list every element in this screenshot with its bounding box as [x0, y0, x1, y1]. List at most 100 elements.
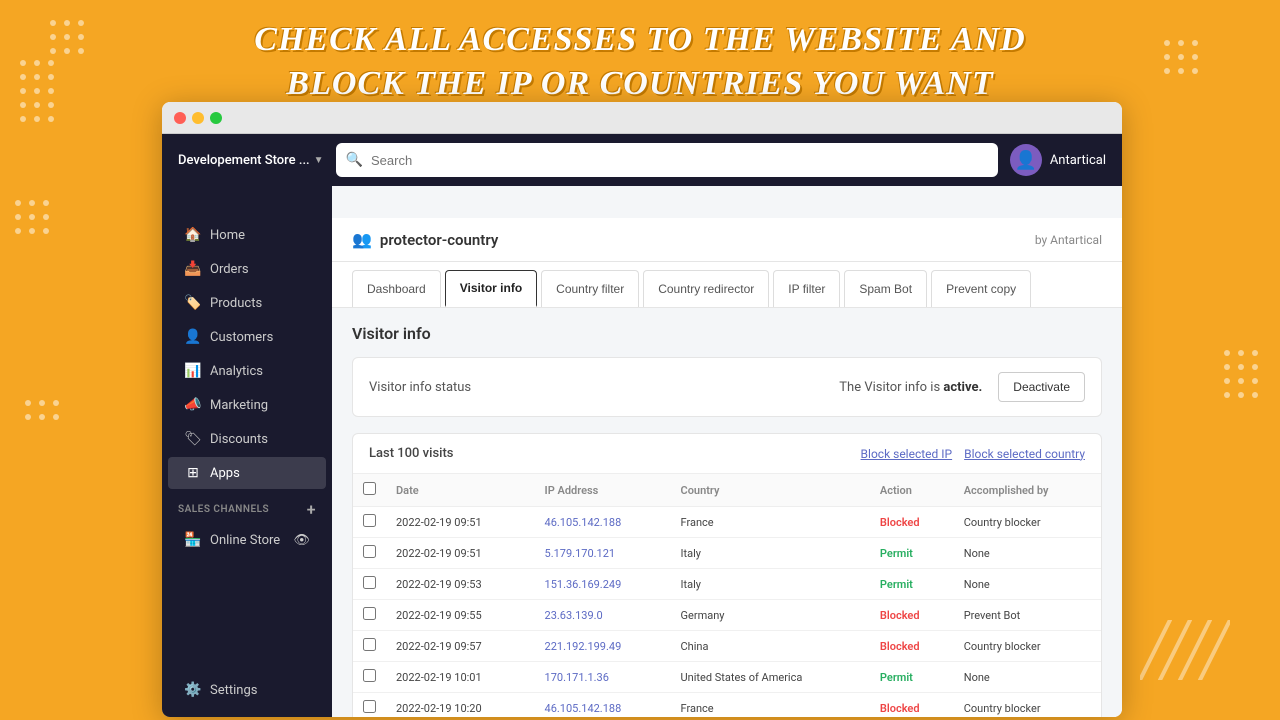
analytics-icon: 📊	[184, 363, 202, 379]
row-checkbox-0[interactable]	[363, 514, 376, 527]
status-text: The Visitor info is active.	[839, 380, 982, 395]
action-badge: Permit	[880, 671, 913, 684]
browser-dot-yellow[interactable]	[192, 112, 204, 124]
add-sales-channel-button[interactable]: +	[307, 500, 316, 519]
orders-icon: 📥	[184, 261, 202, 277]
search-bar[interactable]: 🔍	[336, 143, 998, 177]
row-checkbox-3[interactable]	[363, 607, 376, 620]
browser-dot-green[interactable]	[210, 112, 222, 124]
row-checkbox-1[interactable]	[363, 545, 376, 558]
online-store-eye-icon[interactable]: 👁	[293, 533, 310, 548]
ip-link[interactable]: 151.36.169.249	[545, 578, 622, 591]
row-accomplished: None	[954, 662, 1101, 693]
row-checkbox-cell	[353, 538, 386, 569]
sidebar-item-products[interactable]: 🏷️ Products	[168, 287, 326, 319]
row-checkbox-5[interactable]	[363, 669, 376, 682]
sidebar-item-settings[interactable]: ⚙️ Settings	[168, 674, 326, 706]
ip-link[interactable]: 46.105.142.188	[545, 702, 622, 715]
row-action: Blocked	[870, 693, 954, 718]
row-date: 2022-02-19 10:20	[386, 693, 535, 718]
sidebar-label-discounts: Discounts	[210, 432, 268, 447]
app-title: protector-country	[380, 231, 498, 249]
sidebar-label-home: Home	[210, 228, 245, 243]
main-content: 👥 protector-country by Antartical Dashbo…	[332, 134, 1122, 717]
row-action: Blocked	[870, 507, 954, 538]
tab-visitor-info[interactable]: Visitor info	[445, 270, 537, 307]
block-country-button[interactable]: Block selected country	[964, 447, 1085, 461]
search-input[interactable]	[371, 153, 988, 168]
home-icon: 🏠	[184, 227, 202, 243]
col-ip: IP Address	[535, 474, 671, 507]
sidebar-item-apps[interactable]: ⊞ Apps	[168, 457, 326, 489]
action-badge: Permit	[880, 547, 913, 560]
sidebar-item-online-store[interactable]: 🏪 Online Store 👁	[168, 524, 326, 556]
marketing-icon: 📣	[184, 397, 202, 413]
action-badge: Blocked	[880, 609, 920, 622]
sidebar-label-apps: Apps	[210, 466, 240, 481]
search-icon: 🔍	[346, 152, 363, 168]
sidebar-label-products: Products	[210, 296, 262, 311]
sidebar-item-discounts[interactable]: 🏷 Discounts	[168, 423, 326, 455]
ip-link[interactable]: 170.171.1.36	[545, 671, 609, 684]
user-name-label: Antartical	[1050, 153, 1106, 168]
row-checkbox-cell	[353, 600, 386, 631]
products-icon: 🏷️	[184, 295, 202, 311]
row-date: 2022-02-19 09:51	[386, 507, 535, 538]
sidebar-item-home[interactable]: 🏠 Home	[168, 219, 326, 251]
sidebar-item-customers[interactable]: 👤 Customers	[168, 321, 326, 353]
tab-dashboard[interactable]: Dashboard	[352, 270, 441, 307]
discounts-icon: 🏷	[184, 431, 202, 447]
tab-prevent-copy[interactable]: Prevent copy	[931, 270, 1031, 307]
col-date: Date	[386, 474, 535, 507]
table-row: 2022-02-19 09:51 5.179.170.121 Italy Per…	[353, 538, 1101, 569]
ip-link[interactable]: 23.63.139.0	[545, 609, 603, 622]
status-card: Visitor info status The Visitor info is …	[352, 357, 1102, 417]
row-country: France	[671, 507, 870, 538]
col-country: Country	[671, 474, 870, 507]
ip-link[interactable]: 46.105.142.188	[545, 516, 622, 529]
decorative-lines	[1140, 620, 1230, 680]
row-checkbox-6[interactable]	[363, 700, 376, 713]
browser-dot-red[interactable]	[174, 112, 186, 124]
table-row: 2022-02-19 09:53 151.36.169.249 Italy Pe…	[353, 569, 1101, 600]
row-ip: 170.171.1.36	[535, 662, 671, 693]
sidebar-label-analytics: Analytics	[210, 364, 263, 379]
visits-card: Last 100 visits Block selected IP Block …	[352, 433, 1102, 717]
row-date: 2022-02-19 09:55	[386, 600, 535, 631]
decorative-dots-mr	[1224, 350, 1260, 414]
tab-spam-bot[interactable]: Spam Bot	[844, 270, 927, 307]
row-date: 2022-02-19 09:53	[386, 569, 535, 600]
ip-link[interactable]: 221.192.199.49	[545, 640, 622, 653]
row-country: China	[671, 631, 870, 662]
row-checkbox-4[interactable]	[363, 638, 376, 651]
decorative-dots-bl	[25, 400, 61, 464]
visits-header: Last 100 visits Block selected IP Block …	[353, 434, 1101, 474]
store-selector[interactable]: Developement Store ... ▼	[178, 153, 324, 168]
action-badge: Blocked	[880, 640, 920, 653]
row-date: 2022-02-19 10:01	[386, 662, 535, 693]
row-accomplished: None	[954, 569, 1101, 600]
table-row: 2022-02-19 09:57 221.192.199.49 China Bl…	[353, 631, 1101, 662]
row-checkbox-2[interactable]	[363, 576, 376, 589]
status-active-text: active.	[943, 380, 982, 395]
app-author: by Antartical	[1035, 233, 1102, 247]
row-action: Permit	[870, 538, 954, 569]
sidebar-item-analytics[interactable]: 📊 Analytics	[168, 355, 326, 387]
deactivate-button[interactable]: Deactivate	[998, 372, 1085, 402]
tab-country-redirector[interactable]: Country redirector	[643, 270, 769, 307]
sidebar-label-orders: Orders	[210, 262, 249, 277]
ip-link[interactable]: 5.179.170.121	[545, 547, 616, 560]
tab-country-filter[interactable]: Country filter	[541, 270, 639, 307]
block-ip-button[interactable]: Block selected IP	[861, 447, 953, 461]
chevron-down-icon: ▼	[314, 155, 324, 166]
sidebar-item-orders[interactable]: 📥 Orders	[168, 253, 326, 285]
visits-table: Date IP Address Country Action Accomplis…	[353, 474, 1101, 717]
row-action: Permit	[870, 662, 954, 693]
tab-ip-filter[interactable]: IP filter	[773, 270, 840, 307]
row-country: United States of America	[671, 662, 870, 693]
table-body: 2022-02-19 09:51 46.105.142.188 France B…	[353, 507, 1101, 718]
store-name-label: Developement Store ...	[178, 153, 310, 168]
table-header-row: Date IP Address Country Action Accomplis…	[353, 474, 1101, 507]
sidebar-item-marketing[interactable]: 📣 Marketing	[168, 389, 326, 421]
select-all-checkbox[interactable]	[363, 482, 376, 495]
